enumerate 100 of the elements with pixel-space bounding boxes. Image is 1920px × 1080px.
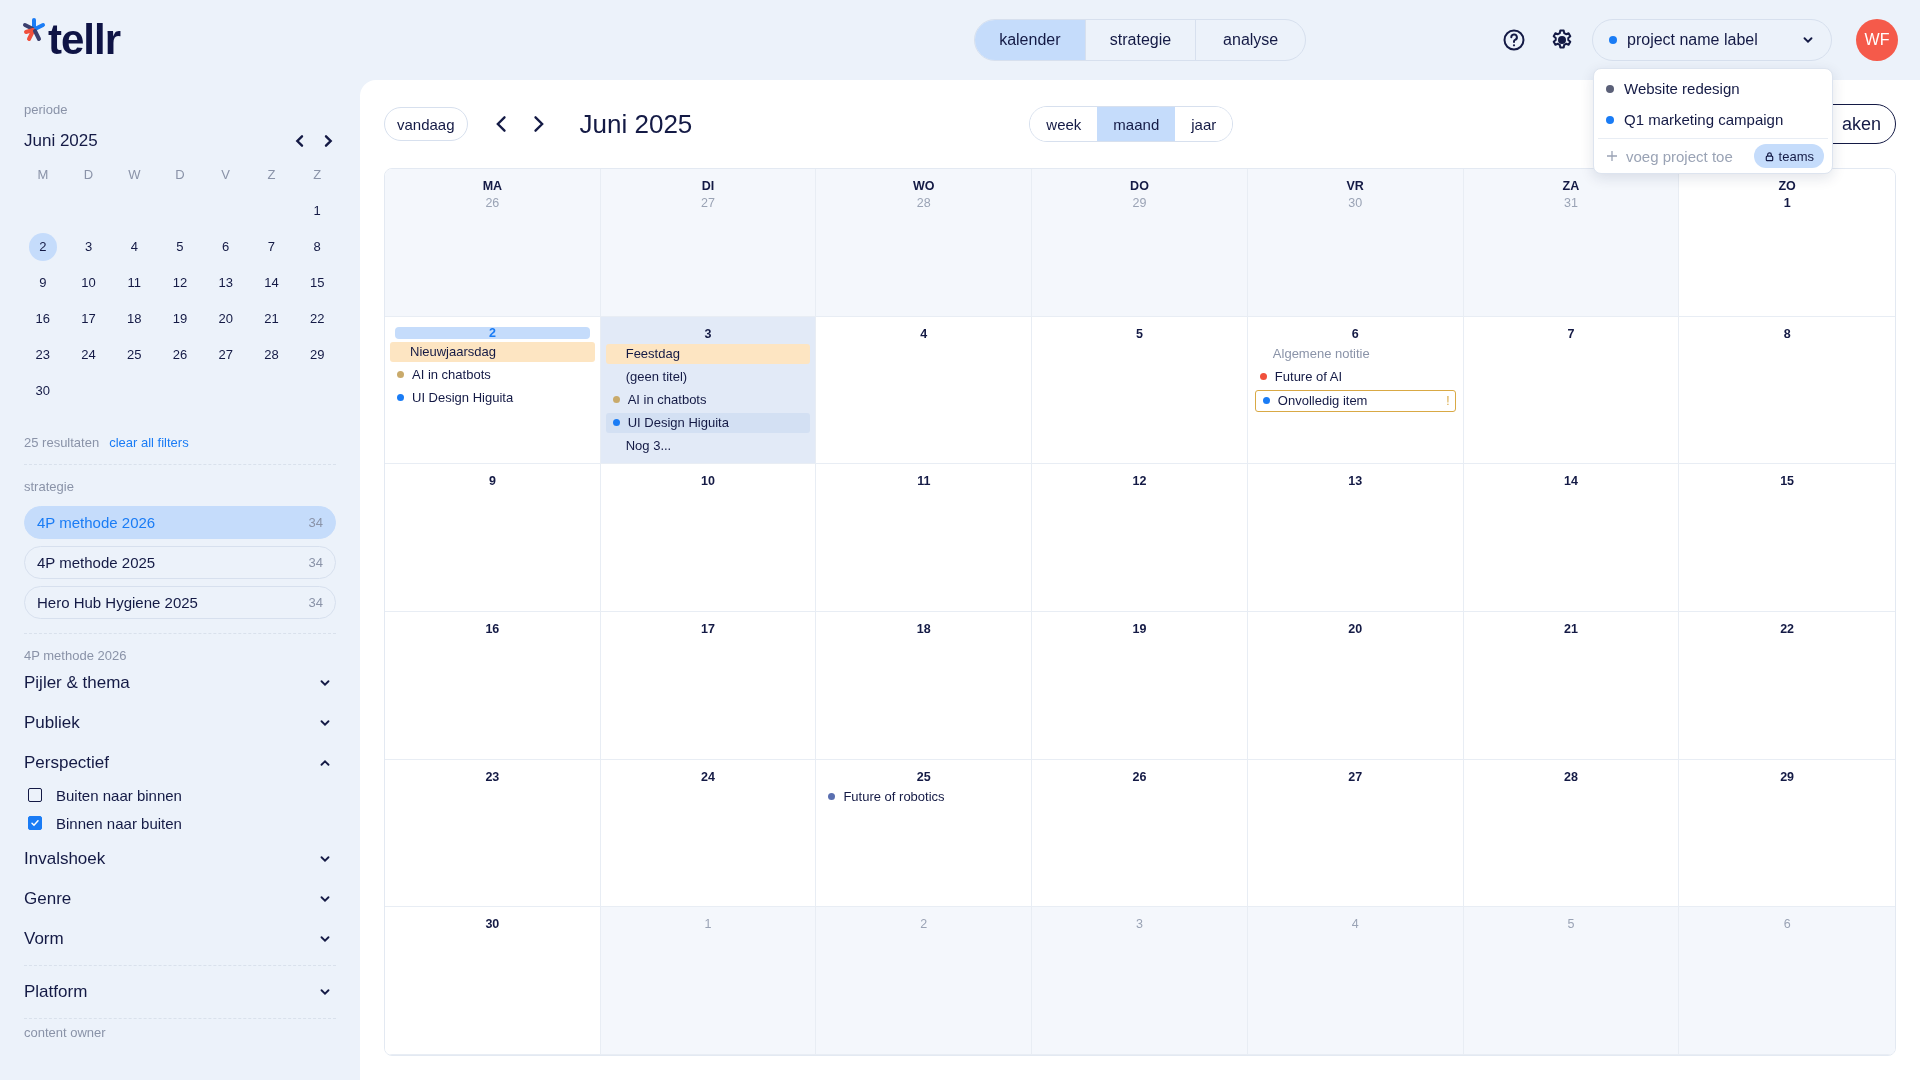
checkbox[interactable] (28, 788, 42, 802)
calendar-day[interactable]: 28 (257, 341, 286, 369)
day-cell[interactable]: 10 (600, 464, 817, 612)
clear-filters-link[interactable]: clear all filters (109, 435, 189, 450)
calendar-day[interactable]: 17 (74, 305, 103, 333)
filter-section-header[interactable]: Pijler & thema (24, 663, 336, 703)
nav-tab[interactable]: strategie (1084, 20, 1196, 60)
calendar-day[interactable]: 5 (166, 233, 194, 261)
calendar-day[interactable]: 13 (211, 269, 240, 297)
calendar-day[interactable]: 23 (28, 341, 57, 369)
calendar-day[interactable]: 16 (28, 305, 57, 333)
day-cell[interactable]: 27 (1247, 759, 1464, 908)
day-cell[interactable]: 6 Algemene notitie Future of AI Onvolledig item ! (1247, 316, 1464, 465)
calendar-day[interactable]: 21 (257, 305, 286, 333)
day-cell[interactable]: 18 (816, 612, 1033, 760)
calendar-day[interactable]: 22 (303, 305, 332, 333)
day-cell[interactable]: 7 (1463, 316, 1680, 465)
day-cell[interactable]: ZO 1 (1679, 169, 1895, 317)
day-cell[interactable]: DO 29 (1032, 169, 1248, 317)
day-cell[interactable]: 5 (1032, 316, 1248, 465)
nav-tab[interactable]: kalender (974, 20, 1085, 60)
day-cell[interactable]: 26 (1032, 759, 1248, 908)
calendar-event[interactable]: AI in chatbots (390, 364, 595, 385)
day-cell[interactable]: 25 Future of robotics (816, 759, 1033, 908)
calendar-day[interactable]: 3 (74, 233, 103, 261)
filter-section-header[interactable]: Platform (24, 972, 336, 1012)
settings-icon[interactable] (1550, 28, 1574, 52)
day-cell[interactable]: VR 30 (1247, 169, 1464, 317)
calendar-day[interactable]: 9 (28, 269, 57, 297)
day-cell[interactable]: 20 (1247, 612, 1464, 760)
day-cell[interactable]: 11 (816, 464, 1033, 612)
calendar-event[interactable]: UI Design Higuita (390, 387, 595, 408)
day-cell[interactable]: 17 (600, 612, 817, 760)
project-menu-item[interactable]: Website redesign (1594, 73, 1832, 104)
day-cell[interactable]: DI 27 (600, 169, 817, 317)
filter-section-header[interactable]: Vorm (24, 919, 336, 959)
day-cell[interactable]: 4 (816, 316, 1033, 465)
calendar-event[interactable]: AI in chatbots (605, 389, 811, 410)
section-label: content owner (24, 1025, 107, 1040)
view-tab[interactable]: maand (1097, 107, 1176, 141)
calendar-event[interactable]: Future of robotics (821, 786, 1027, 807)
day-cell[interactable]: 23 (385, 759, 601, 908)
warning-mark: ! (1446, 393, 1450, 408)
calendar-day[interactable]: 19 (166, 305, 194, 333)
holiday-event[interactable]: Feestdag (605, 343, 811, 364)
calendar-day[interactable]: 20 (211, 305, 240, 333)
calendar-day[interactable]: 25 (120, 341, 149, 369)
day-cell[interactable]: MA 26 (385, 169, 601, 317)
day-cell[interactable]: WO 28 (816, 169, 1033, 317)
calendar-day[interactable]: 1 (303, 197, 332, 225)
day-cell[interactable]: 3 Feestdag (geen titel) AI in chatbots UI Design Higuita Nog 3... (600, 316, 817, 465)
day-number: 9 (487, 474, 497, 489)
calendar-day[interactable]: 12 (166, 269, 194, 297)
calendar-day[interactable]: 15 (303, 269, 332, 297)
calendar-day[interactable]: 4 (120, 233, 149, 261)
calendar-day[interactable]: 7 (257, 233, 286, 261)
day-cell[interactable]: 19 (1032, 612, 1248, 760)
calendar-event[interactable]: (geen titel) (605, 366, 811, 387)
holiday-event[interactable]: Nieuwjaarsdag (390, 341, 595, 362)
calendar-day[interactable]: 6 (211, 233, 240, 261)
filter-section-header[interactable]: Invalshoek (24, 839, 336, 879)
filter-section-header[interactable]: Genre (24, 879, 336, 919)
calendar-day[interactable]: 18 (120, 305, 149, 333)
filter-section-header[interactable]: Publiek (24, 703, 336, 743)
today-button[interactable]: vandaag (384, 107, 468, 141)
day-cell[interactable]: 28 (1463, 759, 1680, 908)
day-number: 3 (703, 326, 713, 341)
day-number: 14 (1562, 474, 1579, 489)
checkbox[interactable] (28, 816, 42, 830)
day-cell[interactable]: 16 (385, 612, 601, 760)
calendar-day[interactable]: 30 (28, 377, 57, 405)
help-icon[interactable] (1502, 28, 1526, 52)
calendar-event[interactable]: UI Design Higuita (605, 412, 811, 433)
more-events-link[interactable]: Nog 3... (605, 435, 811, 456)
calendar-day[interactable]: 2 (28, 233, 57, 261)
incomplete-event[interactable]: Onvolledig item ! (1254, 389, 1456, 412)
day-cell[interactable]: 21 (1463, 612, 1680, 760)
day-number: 6 (1350, 326, 1360, 341)
nav-tab[interactable]: analyse (1195, 20, 1306, 60)
day-cell[interactable]: 9 (385, 464, 601, 612)
day-cell[interactable]: ZA 31 (1463, 169, 1680, 317)
day-cell[interactable]: 24 (600, 759, 817, 908)
calendar-day[interactable]: 26 (166, 341, 194, 369)
calendar-day[interactable]: 14 (257, 269, 286, 297)
project-menu-item[interactable]: Q1 marketing campaign (1594, 104, 1832, 135)
day-cell[interactable]: 13 (1247, 464, 1464, 612)
weekday-label: D (82, 166, 95, 184)
calendar-event[interactable]: Future of AI (1252, 366, 1458, 387)
project-dropdown[interactable]: project name label (1592, 19, 1832, 61)
day-cell[interactable]: 30 (385, 907, 601, 1055)
calendar-day[interactable]: 10 (74, 269, 103, 297)
calendar-day[interactable]: 8 (303, 233, 332, 261)
day-cell[interactable]: 12 (1032, 464, 1248, 612)
calendar-day[interactable]: 11 (120, 269, 149, 297)
calendar-day[interactable]: 29 (303, 341, 332, 369)
calendar-day[interactable]: 27 (211, 341, 240, 369)
day-cell[interactable]: 14 (1463, 464, 1680, 612)
filter-section-header[interactable]: Perspectief (24, 743, 336, 783)
day-cell[interactable]: 2 Nieuwjaarsdag AI in chatbots UI Design Higuita (385, 316, 601, 465)
calendar-day[interactable]: 24 (74, 341, 103, 369)
